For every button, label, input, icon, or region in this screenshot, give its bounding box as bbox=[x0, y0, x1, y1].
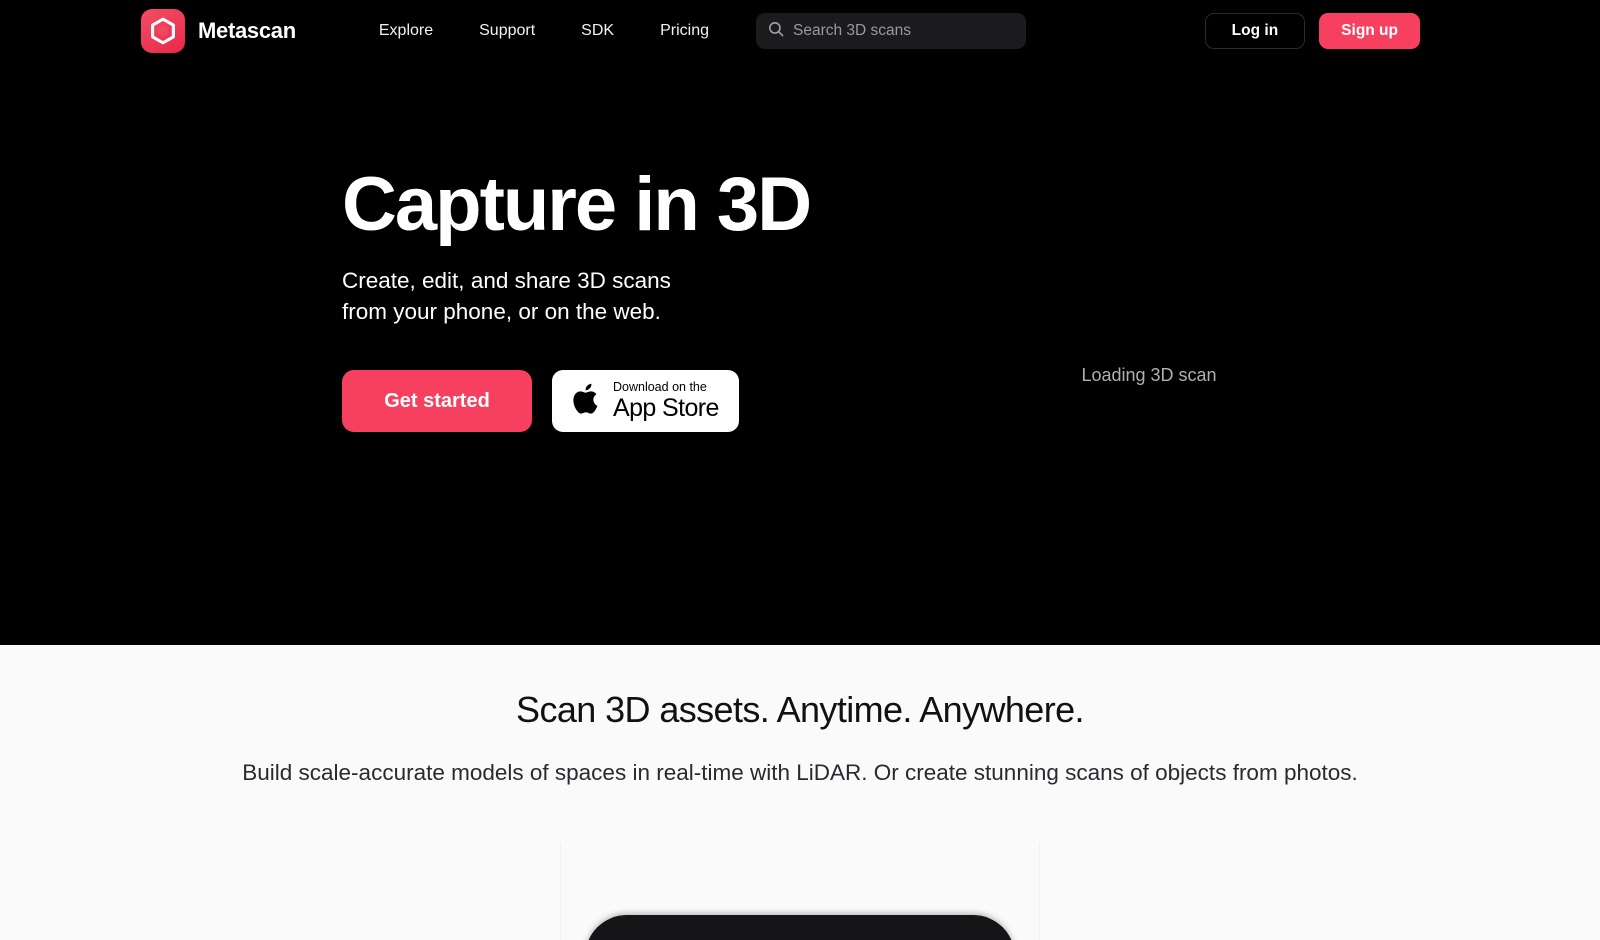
nav-item-support[interactable]: Support bbox=[456, 14, 558, 48]
signup-button[interactable]: Sign up bbox=[1319, 13, 1420, 49]
nav-item-explore[interactable]: Explore bbox=[356, 14, 456, 48]
app-store-label-group: Download on the App Store bbox=[613, 381, 719, 421]
phone-mockup bbox=[585, 915, 1015, 940]
viewer-loading-status: Loading 3D scan bbox=[1081, 365, 1217, 385]
brand-name: Metascan bbox=[198, 18, 296, 43]
app-store-small-label: Download on the bbox=[613, 380, 707, 395]
search-icon bbox=[768, 21, 784, 42]
nav-item-pricing[interactable]: Pricing bbox=[637, 14, 732, 48]
features-section: Scan 3D assets. Anytime. Anywhere. Build… bbox=[0, 645, 1600, 940]
app-store-large-label: App Store bbox=[613, 393, 719, 422]
auth-buttons: Log in Sign up bbox=[1204, 13, 1420, 49]
apple-logo-icon bbox=[572, 381, 602, 422]
login-button[interactable]: Log in bbox=[1204, 13, 1306, 49]
hero-content: Capture in 3D Create, edit, and share 3D… bbox=[342, 160, 882, 432]
brand-home-link[interactable]: Metascan bbox=[141, 9, 296, 53]
hero-3d-viewer[interactable]: Loading 3D scan bbox=[830, 62, 1600, 645]
get-started-button[interactable]: Get started bbox=[342, 370, 532, 432]
hero-section: Metascan Explore Support SDK Pricing Log bbox=[0, 0, 1600, 645]
search-input[interactable] bbox=[793, 22, 1014, 40]
nav-item-sdk[interactable]: SDK bbox=[558, 14, 637, 48]
nav-links: Explore Support SDK Pricing bbox=[356, 14, 732, 48]
metascan-landing-page: Metascan Explore Support SDK Pricing Log bbox=[0, 0, 1600, 940]
hero-title: Capture in 3D bbox=[342, 162, 812, 247]
features-body-text: Build scale-accurate models of spaces in… bbox=[242, 760, 1358, 785]
search-box[interactable] bbox=[756, 13, 1026, 49]
hero-cta-group: Get started Download on the App Store bbox=[342, 370, 882, 432]
app-store-download-button[interactable]: Download on the App Store bbox=[552, 370, 739, 432]
features-heading: Scan 3D assets. Anytime. Anywhere. bbox=[516, 689, 1084, 730]
metascan-logo-icon bbox=[141, 9, 185, 53]
hero-subtitle: Create, edit, and share 3D scans from yo… bbox=[342, 268, 671, 324]
top-navigation-bar: Metascan Explore Support SDK Pricing Log bbox=[0, 0, 1600, 62]
